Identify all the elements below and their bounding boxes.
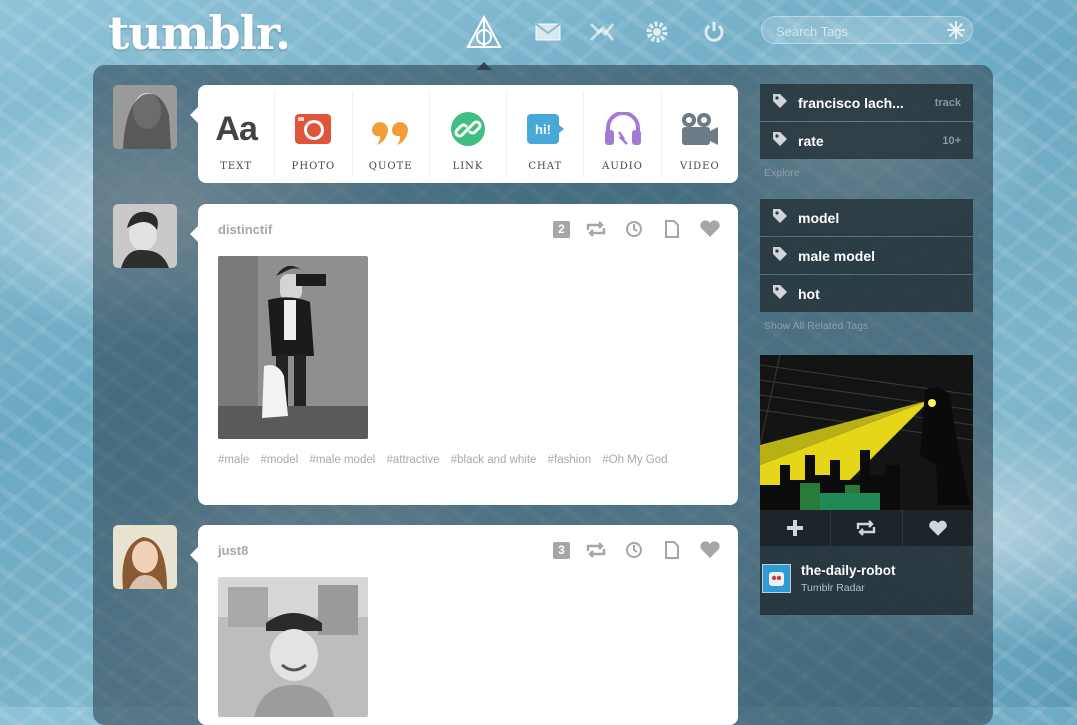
like-heart-icon[interactable] — [698, 218, 722, 240]
tumblr-logo[interactable]: tumblr. — [108, 6, 291, 60]
headphones-icon — [603, 109, 643, 149]
related-tag-label: hot — [798, 285, 820, 302]
tag-link[interactable]: #black and white — [451, 454, 537, 466]
tracked-tag-label: francisco lach... — [798, 94, 904, 111]
post-photo[interactable] — [218, 256, 368, 439]
post-controls: 3 — [553, 539, 722, 561]
post-tags: #male #model #male model #attractive #bl… — [218, 449, 718, 471]
related-tag-item[interactable]: model — [760, 199, 973, 236]
tag-link[interactable]: #male model — [309, 454, 375, 466]
compose-quote-button[interactable]: QUOTE — [353, 91, 430, 177]
follow-plus-icon[interactable] — [760, 510, 832, 546]
quote-icon — [369, 109, 413, 149]
messages-icon[interactable] — [530, 14, 566, 50]
related-tag-item[interactable]: hot — [760, 275, 973, 312]
video-camera-icon — [680, 109, 720, 149]
dashboard-icon[interactable] — [466, 14, 502, 50]
tag-link[interactable]: #model — [261, 454, 299, 466]
tracked-tags-list: francisco lach... track rate 10+ — [760, 84, 973, 160]
compose-text-button[interactable]: Aa TEXT — [198, 91, 276, 177]
svg-text:hi!: hi! — [535, 122, 551, 137]
tag-link[interactable]: #fashion — [548, 454, 591, 466]
compose-audio-button[interactable]: AUDIO — [584, 91, 662, 177]
radar-subtitle: Tumblr Radar — [801, 582, 865, 594]
queue-clock-icon[interactable] — [622, 539, 646, 561]
compose-link-label: LINK — [452, 161, 484, 172]
compose-chat-label: CHAT — [528, 161, 563, 172]
tag-link[interactable]: #attractive — [387, 454, 440, 466]
settings-icon[interactable] — [639, 14, 675, 50]
tag-link[interactable]: #male — [218, 454, 249, 466]
text-icon: Aa — [215, 109, 257, 148]
compose-quote-label: QUOTE — [368, 161, 413, 172]
search-icon[interactable] — [946, 20, 966, 45]
post-photo[interactable] — [218, 577, 368, 717]
compose-bar: Aa TEXT PHOTO QUOTE LINK hi! CHAT AUDIO … — [190, 85, 738, 183]
tag-icon — [772, 284, 788, 303]
show-related-tags-link[interactable]: Show All Related Tags — [764, 320, 868, 332]
post-author-avatar[interactable] — [113, 525, 177, 589]
post-author[interactable]: just8 — [218, 543, 248, 558]
draft-page-icon[interactable] — [660, 218, 684, 240]
tag-icon — [772, 93, 788, 112]
note-count-badge[interactable]: 3 — [553, 541, 570, 559]
note-count-badge[interactable]: 2 — [553, 220, 570, 238]
compose-link-button[interactable]: LINK — [430, 91, 508, 177]
related-tag-item[interactable]: male model — [760, 237, 973, 274]
compose-video-button[interactable]: VIDEO — [662, 91, 738, 177]
compose-photo-label: PHOTO — [291, 161, 336, 172]
tracked-tag-label: rate — [798, 132, 824, 149]
user-avatar[interactable] — [113, 85, 177, 149]
search-box[interactable] — [761, 16, 973, 45]
compose-chat-button[interactable]: hi! CHAT — [507, 91, 585, 177]
new-posts-count: 10+ — [942, 134, 961, 147]
compose-video-label: VIDEO — [679, 161, 720, 172]
related-tag-label: male model — [798, 247, 876, 264]
related-tags-list: model male model hot — [760, 199, 973, 313]
tumblr-radar: the-daily-robot Tumblr Radar — [760, 355, 973, 615]
related-tag-label: model — [798, 209, 840, 226]
explore-link[interactable]: Explore — [764, 167, 800, 179]
radar-author-avatar[interactable] — [762, 564, 791, 593]
track-label[interactable]: track — [935, 97, 961, 109]
radar-author-name[interactable]: the-daily-robot — [801, 563, 896, 578]
link-icon — [450, 109, 486, 149]
reblog-icon[interactable] — [831, 510, 903, 546]
tracked-tag-item[interactable]: rate 10+ — [760, 122, 973, 159]
reblog-icon[interactable] — [584, 218, 608, 240]
camera-icon — [294, 109, 332, 149]
post-card: just8 3 — [190, 525, 738, 725]
radar-actions — [760, 510, 973, 546]
compose-audio-label: AUDIO — [602, 161, 643, 172]
draft-page-icon[interactable] — [660, 539, 684, 561]
reblog-icon[interactable] — [584, 539, 608, 561]
post-author-avatar[interactable] — [113, 204, 177, 268]
logout-icon[interactable] — [696, 14, 732, 50]
queue-clock-icon[interactable] — [622, 218, 646, 240]
post-author[interactable]: distinctif — [218, 222, 272, 237]
like-heart-icon[interactable] — [698, 539, 722, 561]
tag-link[interactable]: #Oh My God — [602, 454, 667, 466]
chat-icon: hi! — [526, 109, 565, 149]
compose-text-label: TEXT — [220, 161, 253, 172]
activity-icon[interactable] — [584, 14, 620, 50]
like-heart-icon[interactable] — [903, 510, 973, 546]
post-controls: 2 — [553, 218, 722, 240]
search-input[interactable] — [762, 17, 948, 45]
radar-image[interactable] — [760, 355, 973, 510]
post-card: distinctif 2 #male #model #male model #a… — [190, 204, 738, 505]
tag-icon — [772, 131, 788, 150]
compose-photo-button[interactable]: PHOTO — [275, 91, 353, 177]
tag-icon — [772, 246, 788, 265]
tracked-tag-item[interactable]: francisco lach... track — [760, 84, 973, 121]
tag-icon — [772, 208, 788, 227]
